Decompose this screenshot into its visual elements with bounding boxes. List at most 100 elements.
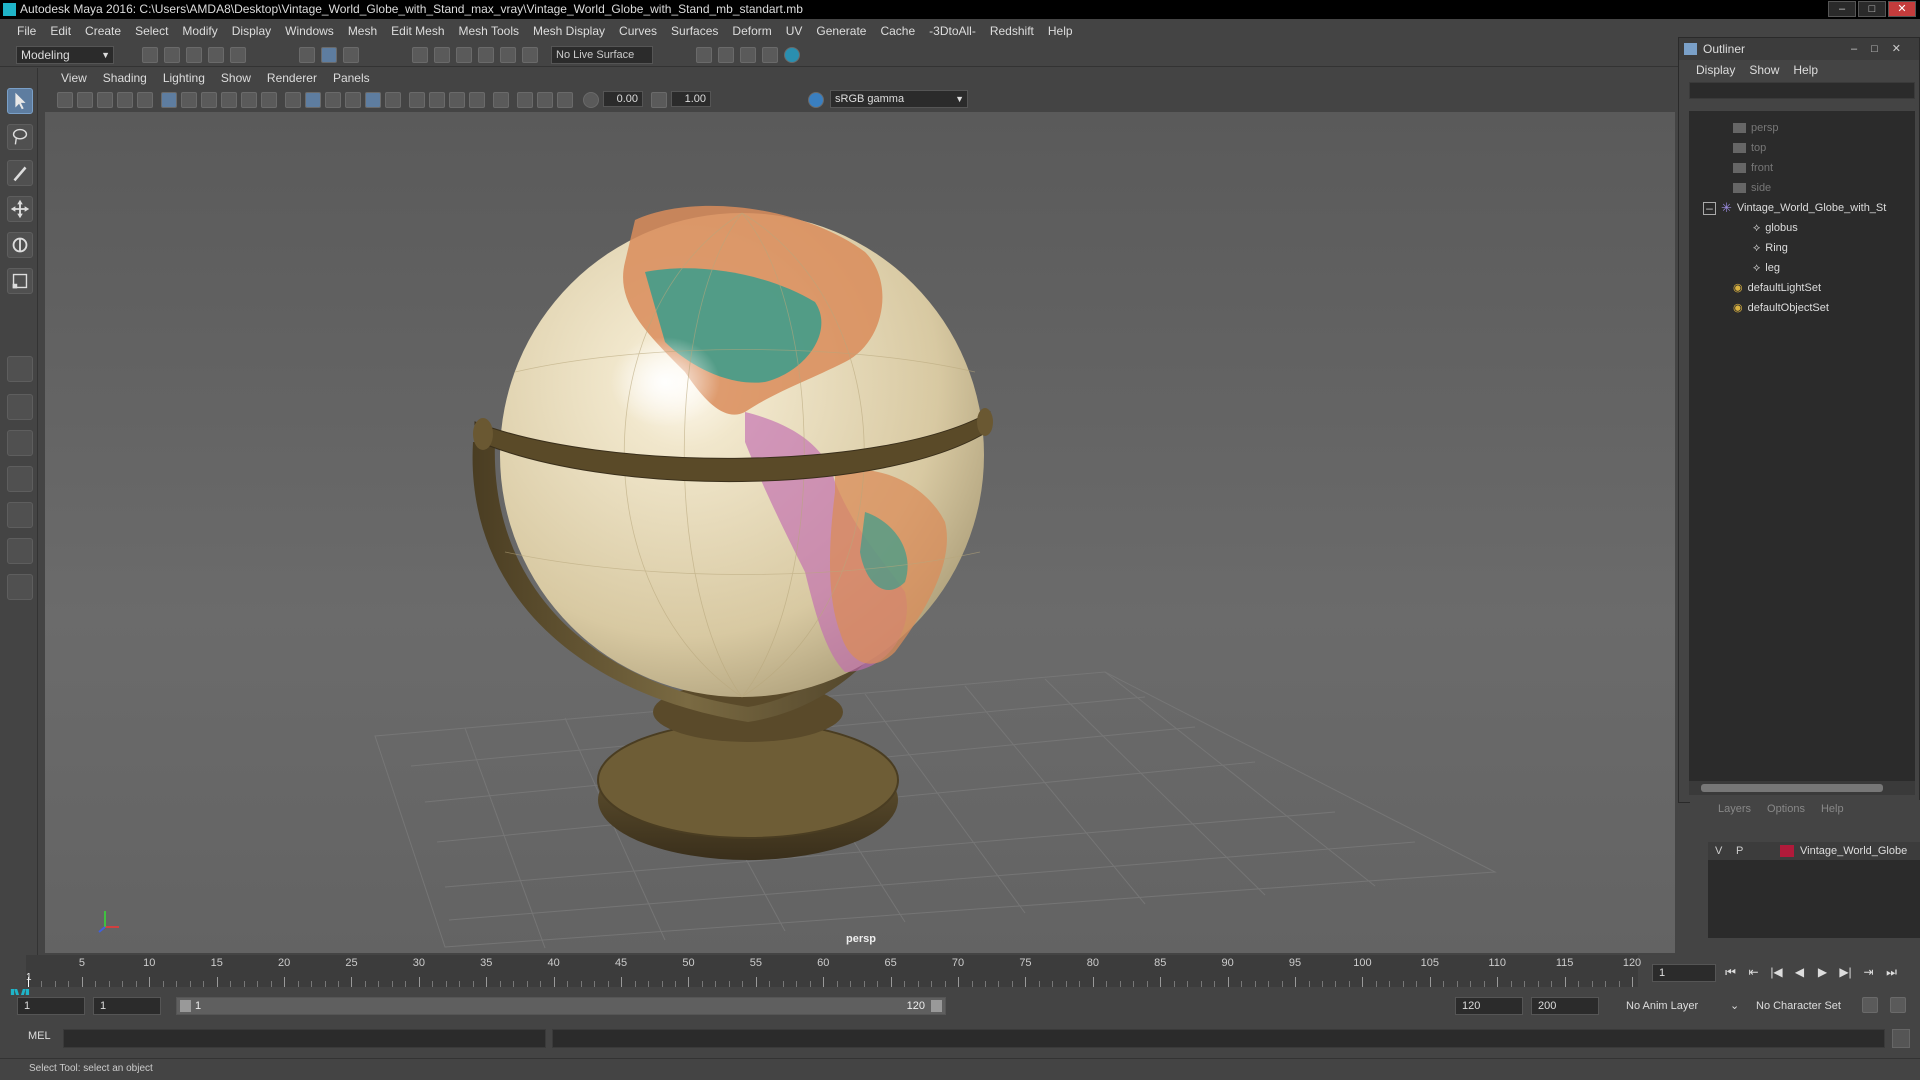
single-perspective-layout-icon[interactable] (7, 356, 33, 382)
scrollbar-thumb[interactable] (1701, 784, 1883, 792)
go-to-start-button[interactable]: ⏮ (1722, 963, 1739, 981)
animation-preferences-icon[interactable] (1890, 997, 1906, 1013)
snap-point-icon[interactable] (456, 47, 472, 63)
play-forward-button[interactable]: ▶ (1814, 963, 1831, 981)
menu-3dtoall[interactable]: -3DtoAll- (922, 24, 983, 38)
wireframe-on-shaded-icon[interactable] (345, 92, 361, 108)
exposure-field[interactable]: 0.00 (603, 91, 643, 107)
field-chart-icon[interactable] (221, 92, 237, 108)
maximize-button[interactable]: □ (1858, 1, 1886, 17)
layer-row[interactable]: V P Vintage_World_Globe (1708, 842, 1920, 860)
menu-mesh-display[interactable]: Mesh Display (526, 24, 612, 38)
playback-end-field[interactable]: 120 (1455, 997, 1523, 1015)
time-slider-track[interactable]: 5 10 15 20 25 30 35 40 45 50 55 60 65 70 75 80 85 90 95 100… (26, 955, 1641, 987)
character-set-dropdown[interactable]: No Character Set (1750, 997, 1868, 1015)
viewport-menu-renderer[interactable]: Renderer (259, 71, 325, 85)
xray-joints-icon[interactable] (537, 92, 553, 108)
snap-curve-icon[interactable] (434, 47, 450, 63)
textured-icon[interactable] (365, 92, 381, 108)
render-view-icon[interactable] (762, 47, 778, 63)
animation-end-field[interactable]: 200 (1531, 997, 1599, 1015)
hypershade-icon[interactable] (784, 47, 800, 63)
range-start-handle[interactable] (180, 1000, 191, 1012)
grid-toggle-icon[interactable] (161, 92, 177, 108)
outliner-item-front[interactable]: front (1733, 159, 1773, 177)
menu-set-dropdown[interactable]: Modeling ▼ (16, 46, 114, 64)
animation-start-field[interactable]: 1 (17, 997, 85, 1015)
snap-grid-icon[interactable] (412, 47, 428, 63)
outliner-item-default-light-set[interactable]: ◉ defaultLightSet (1733, 279, 1821, 297)
outliner-item-top[interactable]: top (1733, 139, 1766, 157)
xray-icon[interactable] (517, 92, 533, 108)
layer-playback-toggle[interactable]: P (1736, 842, 1743, 860)
bookmark-icon[interactable] (97, 92, 113, 108)
menu-help[interactable]: Help (1041, 24, 1080, 38)
outliner-menu-show[interactable]: Show (1742, 63, 1786, 77)
camera-select-icon[interactable] (57, 92, 73, 108)
outliner-horizontal-scrollbar[interactable] (1689, 781, 1915, 795)
outliner-item-ring[interactable]: ⟡ Ring (1753, 239, 1788, 257)
anim-layer-dropdown[interactable]: No Anim Layer ⌄ (1620, 997, 1740, 1015)
outliner-item-side[interactable]: side (1733, 179, 1771, 197)
menu-curves[interactable]: Curves (612, 24, 664, 38)
outliner-item-group[interactable]: – ✳ Vintage_World_Globe_with_St (1703, 199, 1886, 217)
smooth-shade-icon[interactable] (305, 92, 321, 108)
viewport-menu-shading[interactable]: Shading (95, 71, 155, 85)
script-editor-icon[interactable] (1892, 1029, 1910, 1048)
outliner-item-default-object-set[interactable]: ◉ defaultObjectSet (1733, 299, 1829, 317)
persp-graph-layout-icon[interactable] (7, 466, 33, 492)
viewport-menu-lighting[interactable]: Lighting (155, 71, 213, 85)
outliner-menu-display[interactable]: Display (1689, 63, 1742, 77)
four-view-layout-icon[interactable] (7, 394, 33, 420)
time-slider[interactable]: 5 10 15 20 25 30 35 40 45 50 55 60 65 70 75 80 85 90 95 100… (0, 955, 1920, 989)
outliner-window-controls[interactable]: –□✕ (1851, 38, 1915, 60)
playback-start-field[interactable]: 1 (93, 997, 161, 1015)
color-management-icon[interactable] (808, 92, 824, 108)
safe-action-icon[interactable] (241, 92, 257, 108)
anti-aliasing-icon[interactable] (469, 92, 485, 108)
step-back-frame-button[interactable]: |◀ (1768, 963, 1785, 981)
outliner-item-globus[interactable]: ⟡ globus (1753, 219, 1798, 237)
menu-deform[interactable]: Deform (725, 24, 778, 38)
menu-mesh-tools[interactable]: Mesh Tools (452, 24, 526, 38)
save-scene-icon[interactable] (186, 47, 202, 63)
range-end-handle[interactable] (931, 1000, 942, 1012)
menu-edit[interactable]: Edit (43, 24, 78, 38)
menu-surfaces[interactable]: Surfaces (664, 24, 725, 38)
menu-redshift[interactable]: Redshift (983, 24, 1041, 38)
outliner-item-leg[interactable]: ⟡ leg (1753, 259, 1780, 277)
gamma-field[interactable]: 1.00 (671, 91, 711, 107)
select-object-icon[interactable] (321, 47, 337, 63)
new-scene-icon[interactable] (142, 47, 158, 63)
lasso-tool-icon[interactable] (7, 124, 33, 150)
undo-icon[interactable] (208, 47, 224, 63)
layers-menu-options[interactable]: Options (1759, 800, 1813, 818)
layers-menu-layers[interactable]: Layers (1710, 800, 1759, 818)
gamma-icon[interactable] (651, 92, 667, 108)
viewport-menu-panels[interactable]: Panels (325, 71, 378, 85)
camera-attributes-icon[interactable] (77, 92, 93, 108)
xray-components-icon[interactable] (557, 92, 573, 108)
persp-outliner-layout-icon[interactable] (7, 502, 33, 528)
command-language-label[interactable]: MEL (28, 1030, 51, 1042)
paint-select-tool-icon[interactable] (7, 160, 33, 186)
menu-modify[interactable]: Modify (175, 24, 224, 38)
menu-windows[interactable]: Windows (278, 24, 341, 38)
outliner-item-persp[interactable]: persp (1733, 119, 1779, 137)
ambient-occlusion-icon[interactable] (429, 92, 445, 108)
scale-tool-icon[interactable] (7, 268, 33, 294)
resolution-gate-icon[interactable] (181, 92, 197, 108)
wireframe-icon[interactable] (285, 92, 301, 108)
film-gate-icon[interactable] (137, 92, 153, 108)
menu-cache[interactable]: Cache (873, 24, 922, 38)
outliner-search-input[interactable] (1689, 82, 1915, 99)
menu-create[interactable]: Create (78, 24, 128, 38)
go-to-end-button[interactable]: ⏭ (1883, 963, 1900, 981)
menu-generate[interactable]: Generate (809, 24, 873, 38)
outliner-layout-icon[interactable] (7, 538, 33, 564)
view-transform-dropdown[interactable]: sRGB gamma ▼ (830, 90, 968, 108)
snap-live-icon[interactable] (522, 47, 538, 63)
close-button[interactable]: ✕ (1888, 1, 1916, 17)
menu-display[interactable]: Display (225, 24, 278, 38)
menu-edit-mesh[interactable]: Edit Mesh (384, 24, 451, 38)
